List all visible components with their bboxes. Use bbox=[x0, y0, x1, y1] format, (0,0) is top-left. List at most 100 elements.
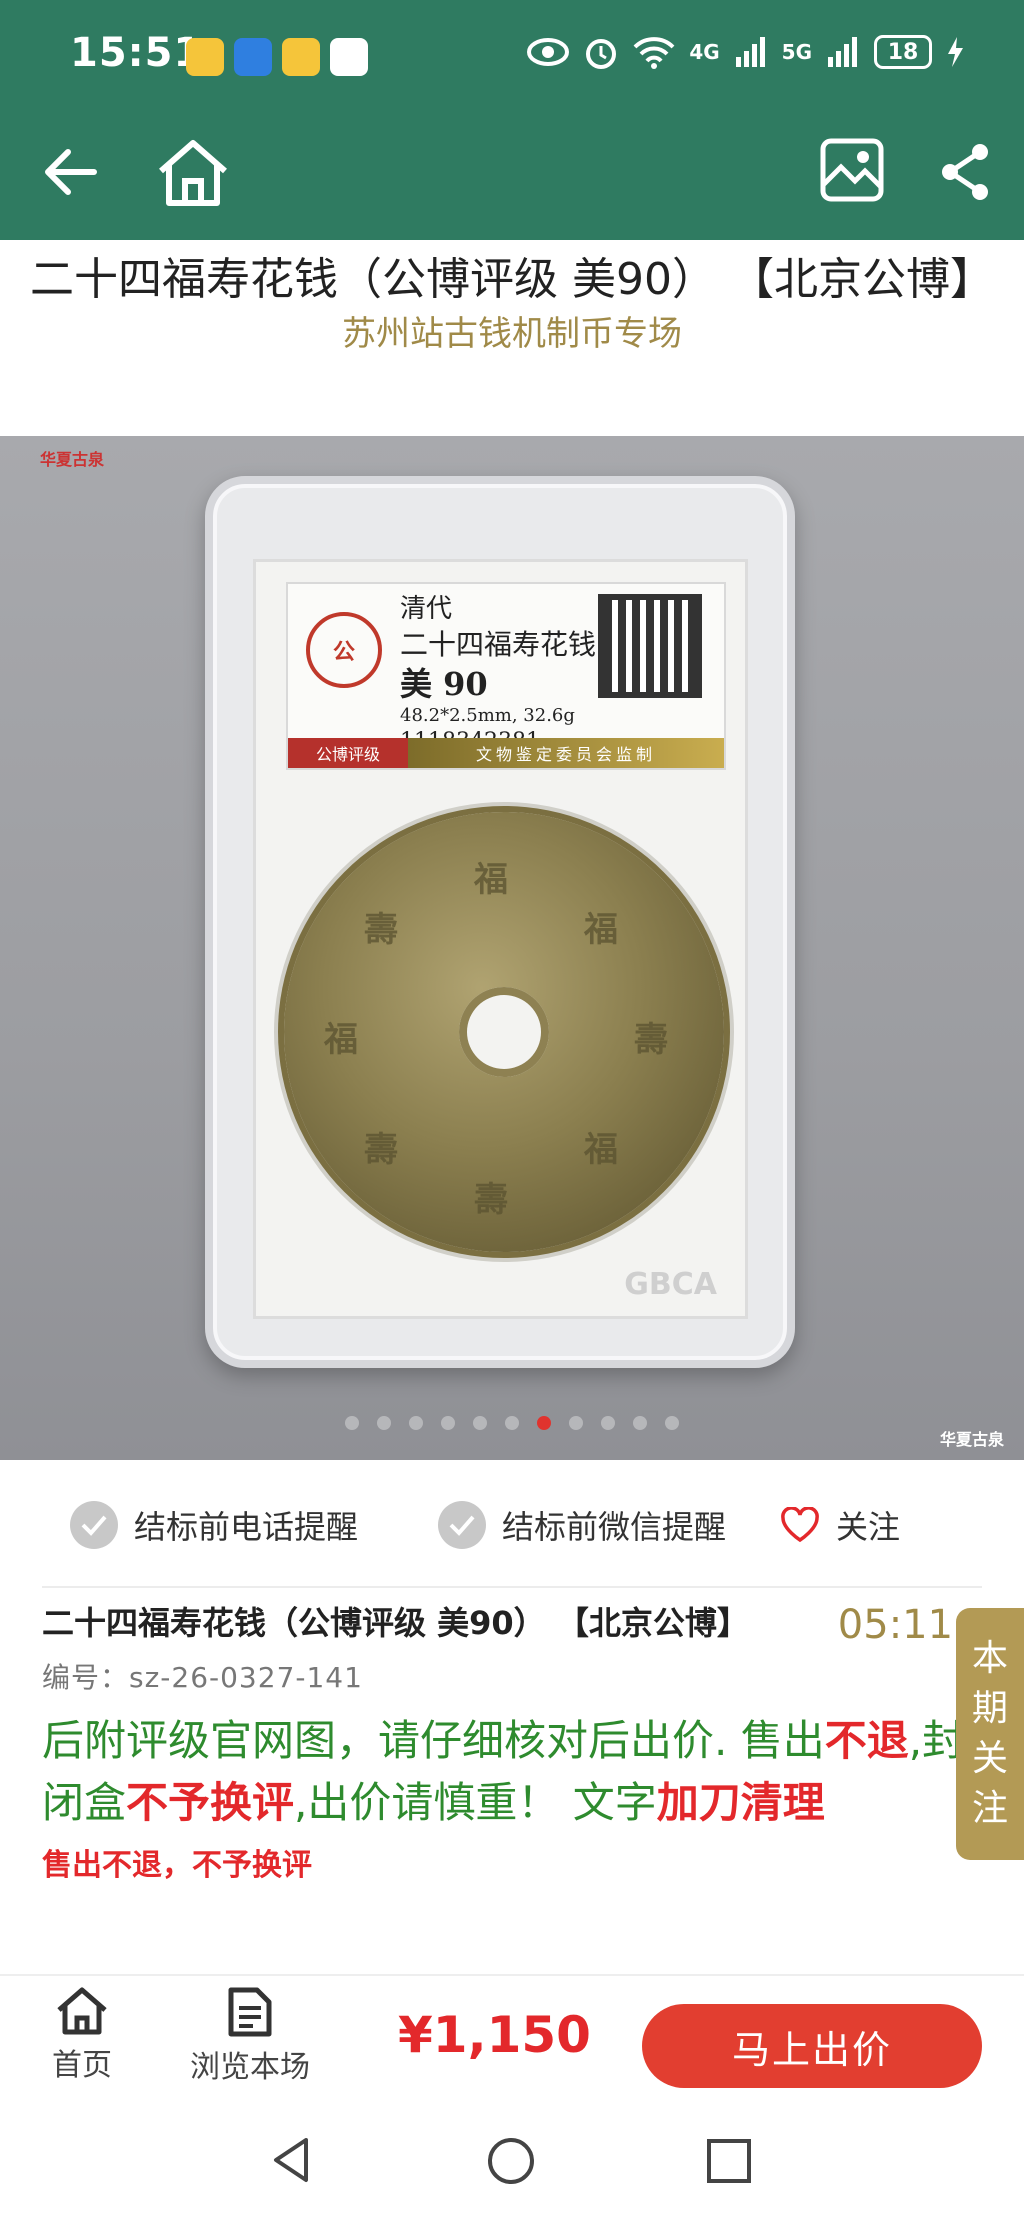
side-tab-char: 期 bbox=[971, 1688, 1008, 1729]
label-dynasty: 清代 bbox=[400, 594, 453, 624]
label-supervise: 文物鉴定委员会监制 bbox=[408, 738, 724, 768]
status-bar: 15:51 4G 5G 18 bbox=[0, 0, 1024, 102]
status-time: 15:51 bbox=[70, 30, 203, 76]
home-button[interactable] bbox=[148, 130, 238, 214]
image-icon bbox=[820, 138, 884, 202]
reminder-row: 结标前电话提醒 结标前微信提醒 关注 bbox=[0, 1460, 1024, 1590]
check-icon bbox=[438, 1501, 486, 1549]
alarm-icon bbox=[586, 39, 617, 69]
side-tab-char: 注 bbox=[971, 1788, 1008, 1829]
bid-now-button[interactable]: 马上出价 bbox=[642, 2004, 982, 2088]
lot-header: 二十四福寿花钱（公博评级 美90） 【北京公博】 苏州站古钱机制币专场 bbox=[0, 240, 1024, 432]
label-coin-name: 二十四福寿花钱 bbox=[400, 628, 597, 661]
label-grader: 公博评级 bbox=[288, 738, 408, 768]
share-button[interactable] bbox=[930, 132, 1000, 212]
current-price: ¥1,150 bbox=[398, 2006, 591, 2064]
lot-title: 二十四福寿花钱（公博评级 美90） 【北京公博】 bbox=[42, 1604, 749, 1642]
desc-emphasis: 加刀清理 bbox=[656, 1778, 825, 1827]
slab-inner: 公 清代 二十四福寿花钱 美 90 48.2*2.5mm, 32.6g 1118… bbox=[253, 559, 748, 1319]
label-spec: 48.2*2.5mm, 32.6g bbox=[400, 705, 575, 726]
lot-number: 编号：sz-26-0327-141 bbox=[42, 1661, 363, 1694]
label-grade: 美 90 bbox=[400, 665, 488, 703]
watermark-logo: 华夏古泉 bbox=[40, 450, 105, 469]
coin-glyph: 壽 bbox=[634, 1020, 668, 1060]
carousel-dot[interactable] bbox=[505, 1416, 519, 1430]
desc-part: 后附评级官网图，请仔细核对后出价. 售出 bbox=[42, 1716, 825, 1765]
check-icon bbox=[70, 1501, 118, 1549]
weibo-notification-icon-2 bbox=[282, 38, 320, 76]
carousel-dot[interactable] bbox=[345, 1416, 359, 1430]
status-indicators: 4G 5G 18 bbox=[527, 30, 964, 74]
nav-home[interactable]: 首页 bbox=[52, 1986, 112, 2084]
grader-seal-icon: 公 bbox=[306, 612, 382, 688]
carousel-dot[interactable] bbox=[665, 1416, 679, 1430]
qr-code-icon bbox=[598, 594, 702, 698]
sf-express-notification-icon bbox=[330, 38, 368, 76]
label-footer-bar: 公博评级 文物鉴定委员会监制 bbox=[288, 738, 724, 768]
carousel-dot[interactable] bbox=[633, 1416, 647, 1430]
home-icon bbox=[57, 1987, 107, 2035]
wechat-reminder-label: 结标前微信提醒 bbox=[502, 1508, 727, 1546]
phone-reminder-toggle[interactable]: 结标前电话提醒 bbox=[70, 1501, 358, 1549]
coin-hole bbox=[459, 987, 549, 1077]
session-link[interactable]: 苏州站古钱机制币专场 bbox=[0, 310, 1024, 358]
desc-emphasis: 不予换评 bbox=[126, 1778, 295, 1827]
document-icon bbox=[228, 1987, 272, 2037]
lot-note: 售出不退，不予换评 bbox=[42, 1848, 312, 1883]
carousel-dot[interactable] bbox=[409, 1416, 423, 1430]
lot-info: 二十四福寿花钱（公博评级 美90） 【北京公博】 05:11:3 编号：sz-2… bbox=[42, 1600, 992, 1884]
coin-glyph: 壽 bbox=[364, 1130, 398, 1170]
page-title: 二十四福寿花钱（公博评级 美90） 【北京公博】 bbox=[30, 254, 994, 305]
side-tab-char: 本 bbox=[971, 1638, 1008, 1679]
coin-glyph: 壽 bbox=[364, 910, 398, 950]
coin-glyph: 福 bbox=[474, 860, 508, 900]
coin-glyph: 壽 bbox=[474, 1180, 508, 1220]
divider bbox=[42, 1586, 982, 1588]
weibo-notification-icon bbox=[186, 38, 224, 76]
auction-lot-page: 15:51 4G 5G 18 二十四福寿花钱（公博评级 美90） 【北京公博】 … bbox=[0, 0, 1024, 2218]
phone-reminder-label: 结标前电话提醒 bbox=[134, 1508, 359, 1546]
qq-notification-icon bbox=[234, 38, 272, 76]
back-button[interactable] bbox=[30, 132, 110, 212]
follow-label: 关注 bbox=[836, 1508, 901, 1546]
gallery-button[interactable] bbox=[812, 130, 892, 210]
lot-description: 后附评级官网图，请仔细核对后出价. 售出不退,封闭盒不予换评,出价请慎重！ 文字… bbox=[42, 1710, 972, 1834]
wechat-reminder-toggle[interactable]: 结标前微信提醒 bbox=[438, 1501, 726, 1549]
side-tab-char: 关 bbox=[971, 1738, 1008, 1779]
signal-bars-icon bbox=[735, 37, 765, 67]
system-navigation-bar bbox=[0, 2100, 1024, 2218]
back-triangle-icon[interactable] bbox=[268, 2136, 316, 2184]
carousel-dot[interactable] bbox=[537, 1416, 551, 1430]
share-icon bbox=[942, 144, 988, 200]
follow-button[interactable]: 关注 bbox=[780, 1502, 900, 1548]
lot-photo-carousel[interactable]: 华夏古泉 公 清代 二十四福寿花钱 美 90 48.2*2.5mm, 32.6g… bbox=[0, 436, 1024, 1460]
coin-glyph: 福 bbox=[584, 1130, 618, 1170]
desc-part: ,出价请慎重！ 文字 bbox=[294, 1778, 657, 1827]
current-session-follow-tab[interactable]: 本 期 关 注 bbox=[956, 1608, 1024, 1860]
grading-slab: 公 清代 二十四福寿花钱 美 90 48.2*2.5mm, 32.6g 1118… bbox=[205, 476, 795, 1368]
heart-icon bbox=[781, 1507, 819, 1543]
carousel-indicator bbox=[0, 1416, 1024, 1430]
signal-5g-label: 5G bbox=[781, 40, 812, 64]
carousel-dot[interactable] bbox=[377, 1416, 391, 1430]
eye-icon bbox=[527, 38, 570, 66]
nav-browse-session[interactable]: 浏览本场 bbox=[190, 1986, 310, 2086]
carousel-dot[interactable] bbox=[569, 1416, 583, 1430]
slab-brand: GBCA bbox=[624, 1267, 717, 1302]
coin-glyph: 福 bbox=[584, 910, 618, 950]
charging-icon bbox=[948, 37, 963, 67]
label-text: 清代 二十四福寿花钱 美 90 48.2*2.5mm, 32.6g 111834… bbox=[400, 592, 596, 756]
coin-glyph: 福 bbox=[324, 1020, 358, 1060]
back-arrow-icon bbox=[45, 149, 97, 195]
wifi-icon bbox=[633, 37, 675, 69]
home-icon bbox=[159, 140, 227, 206]
carousel-dot[interactable] bbox=[441, 1416, 455, 1430]
home-circle-icon[interactable] bbox=[486, 2136, 536, 2186]
nav-home-label: 首页 bbox=[52, 2048, 112, 2083]
carousel-dot[interactable] bbox=[473, 1416, 487, 1430]
carousel-dot[interactable] bbox=[601, 1416, 615, 1430]
bottom-action-bar: 首页 浏览本场 ¥1,150 马上出价 bbox=[0, 1974, 1024, 2100]
recents-square-icon[interactable] bbox=[706, 2138, 752, 2184]
desc-emphasis: 不退 bbox=[824, 1716, 909, 1765]
grading-label: 公 清代 二十四福寿花钱 美 90 48.2*2.5mm, 32.6g 1118… bbox=[286, 582, 726, 770]
